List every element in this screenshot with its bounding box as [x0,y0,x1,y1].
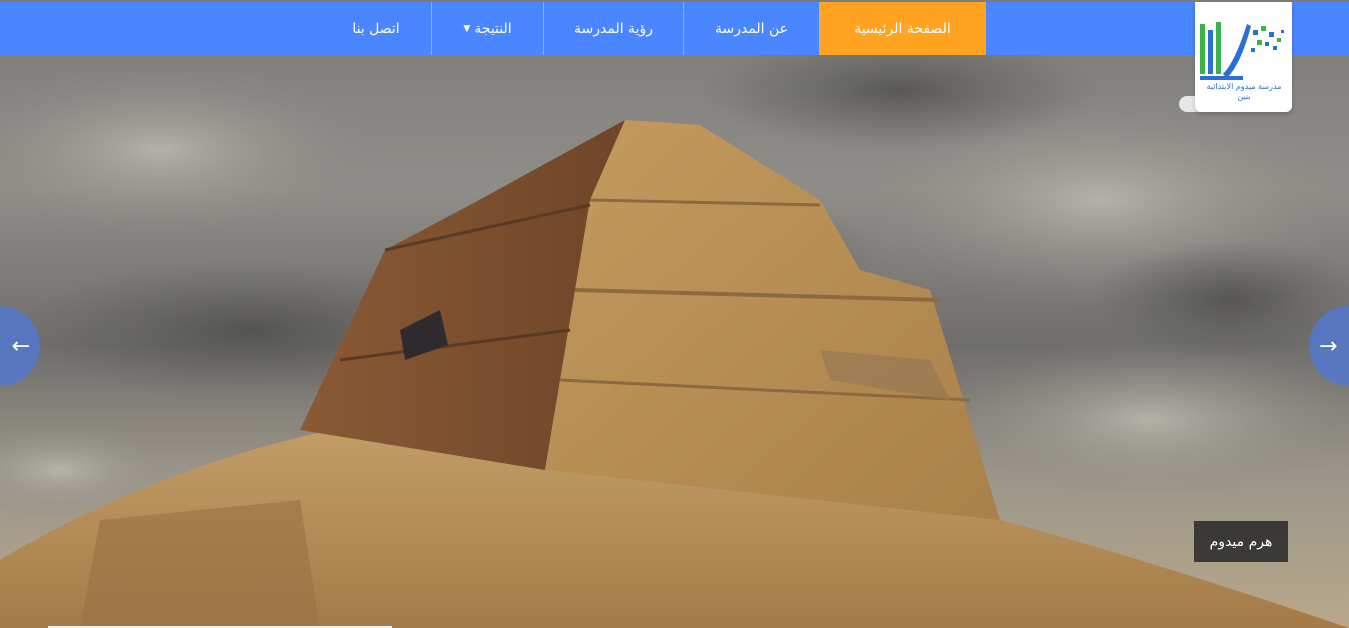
arrow-left-icon: ← [11,333,30,359]
nav-item-label: عن المدرسة [714,20,789,37]
nav-item-about[interactable]: عن المدرسة [683,2,819,55]
school-logo[interactable]: مدرسة ميدوم الابتدائية بنين [1195,2,1292,112]
nav-item-label: رؤية المدرسة [574,20,653,37]
slide-caption: هرم ميدوم [1194,521,1288,562]
pyramid-photo [0,30,1349,628]
nav-item-label: النتيجة [474,20,512,37]
nav-item-results[interactable]: النتيجة ▼ [431,2,543,55]
logo-text: مدرسة ميدوم الابتدائية بنين [1206,82,1282,101]
nav-item-vision[interactable]: رؤية المدرسة [543,2,683,55]
nav-menu: الصفحة الرئيسية عن المدرسة رؤية المدرسة … [321,2,986,55]
nav-item-home[interactable]: الصفحة الرئيسية [819,2,986,55]
arrow-right-icon: → [1319,333,1338,359]
chevron-down-icon: ▼ [463,23,471,34]
nav-item-label: الصفحة الرئيسية [854,20,951,37]
main-navbar: الصفحة الرئيسية عن المدرسة رؤية المدرسة … [0,2,1349,55]
nav-item-label: اتصل بنا [352,20,400,37]
nav-item-contact[interactable]: اتصل بنا [321,2,431,55]
hero-slide-image [0,0,1349,628]
